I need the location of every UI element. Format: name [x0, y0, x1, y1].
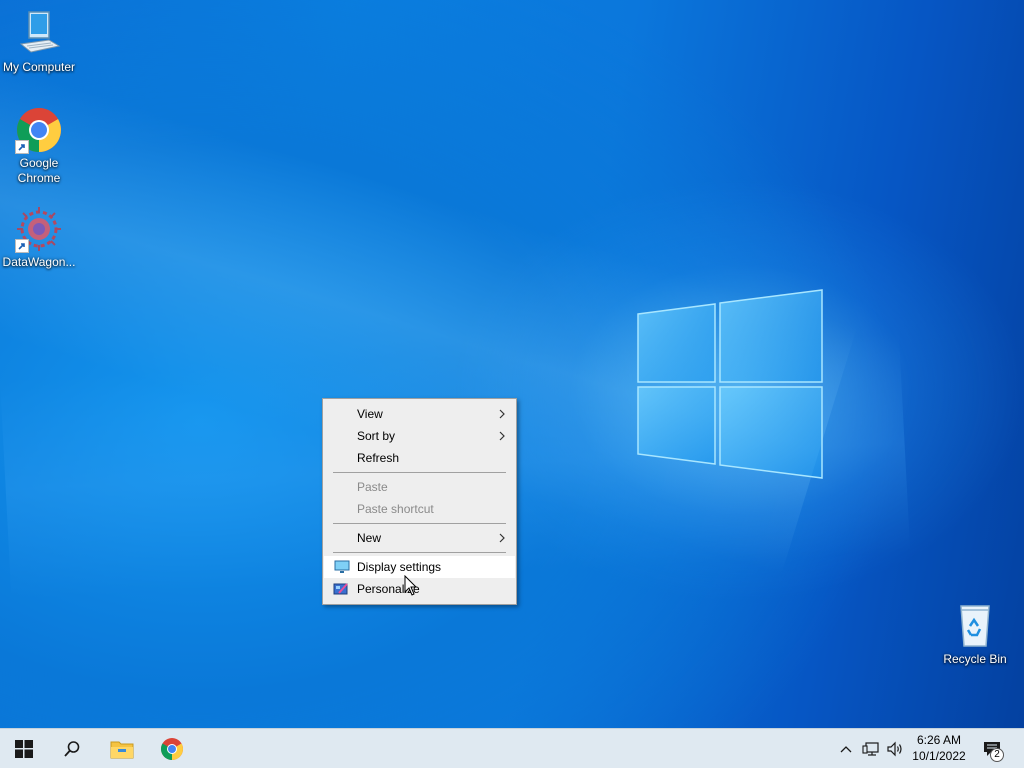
show-hidden-icons-button[interactable]	[836, 729, 856, 768]
chevron-right-icon	[499, 533, 505, 543]
chrome-icon	[15, 106, 63, 154]
shortcut-arrow-icon	[15, 239, 29, 253]
menu-separator	[333, 523, 506, 524]
taskbar: 6:26 AM 10/1/2022	[0, 728, 1024, 768]
menu-item-label: Display settings	[357, 560, 442, 574]
menu-separator	[333, 472, 506, 473]
windows-wallpaper-logo	[637, 289, 823, 479]
menu-item-refresh[interactable]: Refresh	[323, 447, 516, 469]
taskbar-chrome[interactable]	[148, 729, 196, 768]
desktop-icon-label: Google Chrome	[17, 156, 61, 185]
desktop-icon-datawagon[interactable]: DataWagon...	[0, 205, 78, 270]
menu-item-label: Paste	[357, 480, 388, 494]
menu-item-label: New	[357, 531, 382, 545]
menu-item-label: View	[357, 407, 383, 421]
menu-item-new[interactable]: New	[323, 527, 516, 549]
file-explorer-icon	[110, 741, 134, 759]
network-tray-button[interactable]	[860, 729, 882, 768]
personalize-icon	[333, 583, 348, 595]
menu-item-sort-by[interactable]: Sort by	[323, 425, 516, 447]
shortcut-arrow-icon	[15, 140, 29, 154]
windows-start-icon	[15, 740, 33, 758]
clock-date: 10/1/2022	[912, 749, 966, 763]
volume-tray-button[interactable]	[884, 729, 906, 768]
menu-item-display-settings[interactable]: Display settings	[324, 556, 515, 578]
computer-icon	[15, 10, 63, 58]
menu-item-view[interactable]: View	[323, 403, 516, 425]
display-icon	[334, 560, 350, 573]
chevron-right-icon	[499, 431, 505, 441]
chevron-right-icon	[499, 409, 505, 419]
notification-count-badge: 2	[990, 748, 1004, 762]
desktop-icon-label: DataWagon...	[2, 255, 76, 269]
desktop-icon-label: Recycle Bin	[943, 652, 1007, 666]
datawagon-icon	[15, 205, 63, 253]
mouse-cursor-icon	[404, 575, 418, 596]
taskbar-clock[interactable]: 6:26 AM 10/1/2022	[905, 732, 973, 766]
menu-item-label: Refresh	[357, 451, 400, 465]
desktop-icon-recycle-bin[interactable]: Recycle Bin	[936, 602, 1014, 667]
chrome-icon	[161, 738, 183, 760]
taskbar-file-explorer[interactable]	[98, 729, 146, 768]
menu-separator	[333, 552, 506, 553]
desktop-icon-my-computer[interactable]: My Computer	[0, 10, 78, 75]
volume-icon	[887, 741, 902, 757]
search-button[interactable]	[48, 729, 96, 768]
clock-time: 6:26 AM	[916, 733, 962, 747]
search-icon	[64, 741, 80, 757]
start-button[interactable]	[0, 729, 48, 768]
menu-item-label: Paste shortcut	[357, 502, 434, 516]
chevron-up-icon	[840, 746, 852, 753]
recycle-bin-icon	[951, 602, 999, 650]
desktop-icon-google-chrome[interactable]: Google Chrome	[0, 106, 78, 186]
menu-item-personalize[interactable]: Personalize	[323, 578, 516, 600]
network-icon	[862, 742, 879, 756]
menu-item-label: Sort by	[357, 429, 396, 443]
desktop-icon-label: My Computer	[2, 60, 76, 74]
desktop-context-menu: View Sort by Refresh Paste Paste shortcu…	[322, 398, 517, 605]
menu-item-paste-shortcut: Paste shortcut	[323, 498, 516, 520]
menu-item-paste: Paste	[323, 476, 516, 498]
